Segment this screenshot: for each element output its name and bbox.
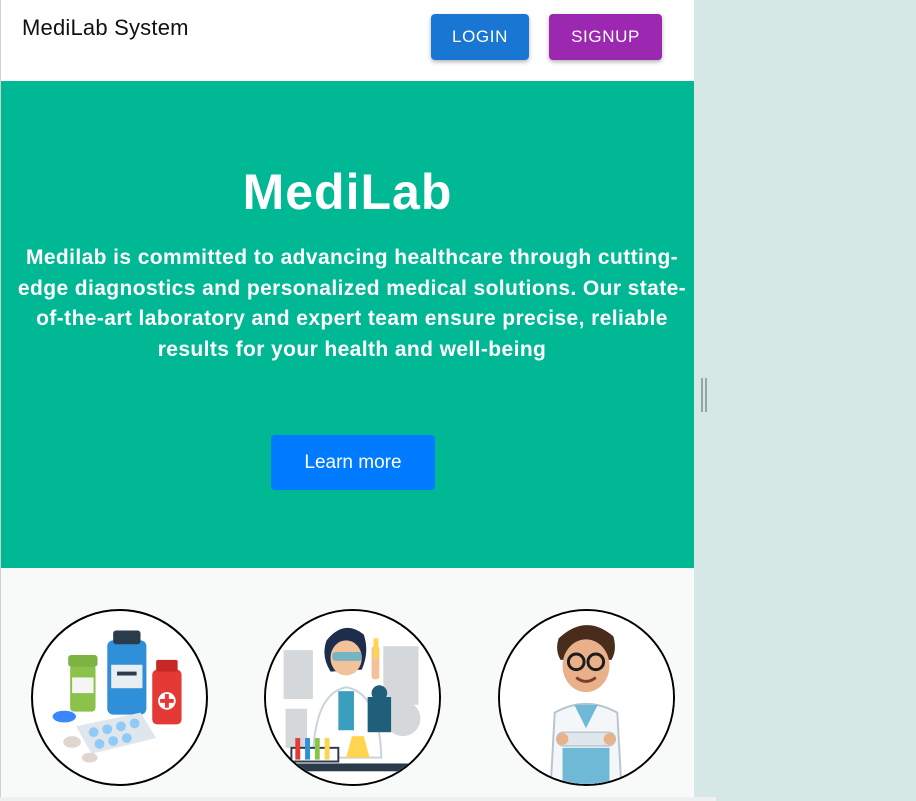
hero-description: Medilab is committed to advancing health…: [17, 246, 687, 361]
lab-scientist-illustration: [264, 609, 441, 786]
doctor-illustration: [498, 609, 675, 786]
hero-section: MediLab Medilab is committed to advancin…: [1, 81, 694, 568]
doctor-icon: [500, 611, 673, 784]
medicine-icon: [52, 630, 182, 763]
feature-images: [1, 568, 694, 801]
medicine-illustration: [31, 609, 208, 786]
top-navbar: MediLab System LOGIN SIGNUP: [1, 0, 694, 81]
app-window: MediLab System LOGIN SIGNUP MediLab Medi…: [0, 0, 694, 801]
signup-button[interactable]: SIGNUP: [549, 14, 662, 60]
scientist-icon: [266, 611, 439, 784]
bottom-strip: [0, 797, 716, 801]
hero-title: MediLab: [242, 164, 453, 220]
brand-title: MediLab System: [22, 15, 189, 40]
learn-more-button[interactable]: Learn more: [271, 435, 435, 490]
login-button[interactable]: LOGIN: [431, 14, 529, 60]
pane-resize-handle[interactable]: [701, 378, 708, 412]
